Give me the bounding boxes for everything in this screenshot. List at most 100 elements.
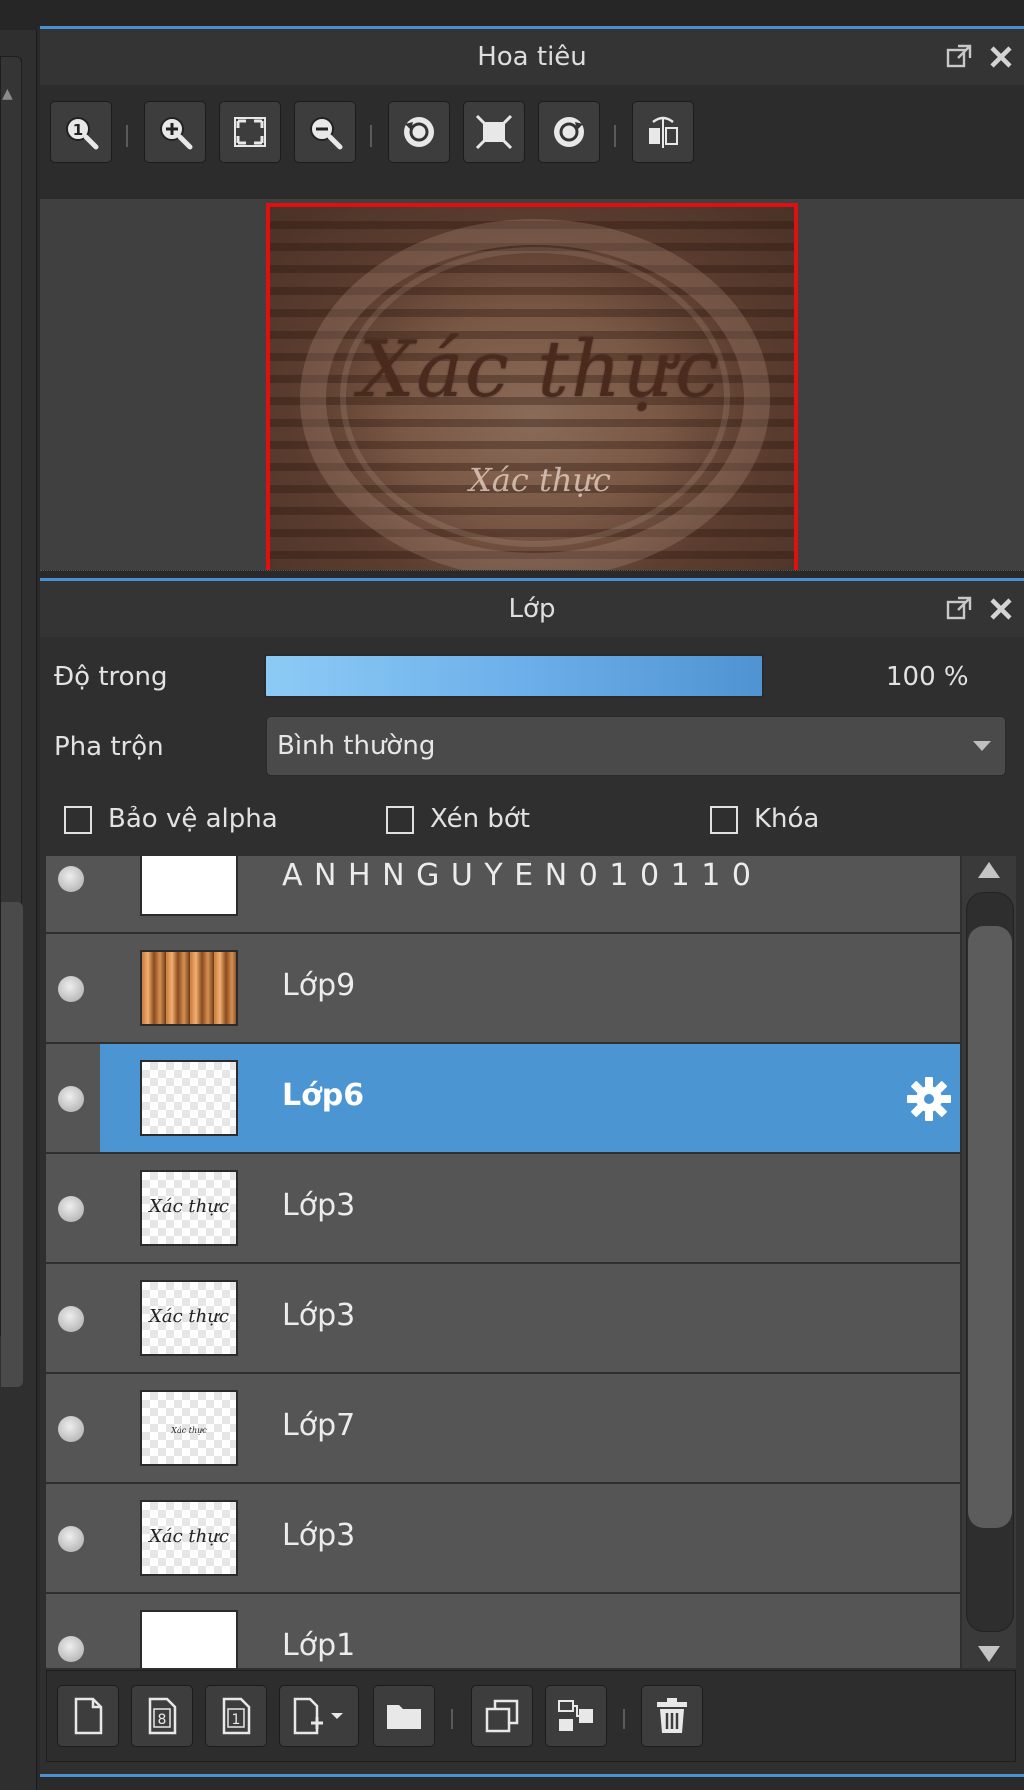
layer-name: Lớp3 [282,1298,356,1333]
layer-thumbnail [140,950,238,1026]
opacity-value[interactable]: 100 % [886,662,969,692]
left-dock-header [0,0,37,30]
new-layer-button[interactable] [57,1685,119,1747]
layer-thumbnail [140,856,238,916]
left-dock-strip: ▲ [0,0,37,1790]
layer-row[interactable]: Xác thực Lớp7 [46,1374,960,1484]
visibility-icon[interactable] [58,1526,84,1552]
visibility-icon[interactable] [58,1086,84,1112]
layers-title-bar: Lớp [40,581,1024,637]
thumbnail-text: Xác thực [149,1306,229,1327]
merge-down-icon [558,1700,593,1731]
duplicate-layer-button[interactable] [471,1685,533,1747]
top-band [37,0,1024,26]
layer-thumbnail: Xác thực [140,1500,238,1576]
toolbar-separator [623,1709,625,1729]
layer-name: Lớp3 [282,1188,356,1223]
zoom-out-button[interactable] [294,101,356,163]
layer-row[interactable]: A N H N G U Y E N 0 1 0 1 1 0 [46,856,960,934]
layer-name: Lớp1 [282,1628,356,1663]
panel-resize-handle[interactable] [40,570,1024,578]
fit-to-window-button[interactable] [219,101,281,163]
clipping-checkbox[interactable] [386,806,414,834]
scroll-up-icon[interactable] [978,862,1000,878]
merge-down-button[interactable] [545,1685,607,1747]
opacity-slider[interactable] [264,654,764,698]
toolbar-separator [451,1709,453,1729]
panel-bottom-border [40,1774,1024,1777]
visibility-icon[interactable] [58,1416,84,1442]
alpha-lock-checkbox[interactable] [64,806,92,834]
new-folder-button[interactable] [373,1685,435,1747]
alpha-lock-label: Bảo vệ alpha [108,804,278,834]
preview-sub-text: Xác thực [469,461,611,499]
layer-row[interactable]: Xác thực Lớp3 [46,1264,960,1374]
layer-row[interactable]: Xác thực Lớp3 [46,1484,960,1594]
zoom-in-button[interactable] [144,101,206,163]
layers-toolbar: 8 1 [46,1670,1016,1762]
chevron-down-icon [973,741,991,751]
app-window: ▲ Hoa tiêu 1 Xác thực Xác thực Lớp Độ tr… [0,0,1024,1790]
layer-name: Lớp9 [282,968,356,1003]
left-scrollbar-thumb[interactable] [1,902,23,1387]
left-scroll-up-icon[interactable]: ▲ [2,86,13,102]
trash-icon [657,1698,687,1733]
flip-horizontal-icon [649,116,678,148]
navigator-panel: Hoa tiêu 1 Xác thực Xác thực [40,29,1024,599]
scroll-down-icon[interactable] [978,1646,1000,1662]
layer-list-scrollbar[interactable] [962,856,1016,1668]
layer-list[interactable]: A N H N G U Y E N 0 1 0 1 1 0 Lớp9 Lớp6 [46,856,960,1668]
layer-thumbnail: Xác thực [140,1390,238,1466]
zoom-actual-size-button[interactable]: 1 [50,101,112,163]
thumbnail-text: Xác thực [171,1426,207,1435]
delete-layer-button[interactable] [641,1685,703,1747]
8bit-layer-icon: 8 [148,1697,177,1735]
visibility-icon[interactable] [58,976,84,1002]
visibility-icon[interactable] [58,1196,84,1222]
layer-name: Lớp7 [282,1408,356,1443]
layer-row[interactable]: Lớp9 [46,934,960,1044]
thumbnail-text: Xác thực [149,1526,229,1547]
zoom-out-icon [310,117,343,150]
detach-icon[interactable] [944,43,974,71]
visibility-icon[interactable] [58,1636,84,1662]
toolbar-separator [614,125,616,147]
fit-screen-icon [234,117,266,147]
toolbar-separator [370,125,372,147]
zoom-in-icon [160,117,193,150]
navigator-view[interactable]: Xác thực Xác thực [40,199,1024,599]
flip-horizontal-button[interactable] [632,101,694,163]
left-scrollbar[interactable] [0,56,23,1387]
lock-label: Khóa [754,804,820,834]
layer-thumbnail [140,1060,238,1136]
layer-thumbnail [140,1610,238,1668]
add-layer-menu-button[interactable] [279,1685,359,1747]
gear-icon[interactable] [904,1074,954,1124]
navigator-preview[interactable]: Xác thực Xác thực [266,203,798,593]
layer-name: Lớp3 [282,1518,356,1553]
layers-title: Lớp [508,594,556,624]
layer-row-selected[interactable]: Lớp6 [46,1044,960,1154]
close-icon[interactable] [986,43,1016,71]
opacity-label: Độ trong [54,662,168,692]
1bit-layer-icon: 1 [222,1697,251,1735]
layer-name: A N H N G U Y E N 0 1 0 1 1 0 [282,858,752,893]
rotate-right-button[interactable] [538,101,600,163]
new-1bit-layer-button[interactable]: 1 [205,1685,267,1747]
rotate-left-button[interactable] [388,101,450,163]
reset-view-button[interactable] [463,101,525,163]
close-icon[interactable] [986,595,1016,623]
navigator-toolbar: 1 [40,85,1024,199]
layer-row[interactable]: Xác thực Lớp3 [46,1154,960,1264]
thumbnail-text: Xác thực [149,1196,229,1217]
blend-mode-select[interactable]: Bình thường [266,716,1006,776]
detach-icon[interactable] [944,595,974,623]
lock-checkbox[interactable] [710,806,738,834]
new-8bit-layer-button[interactable]: 8 [131,1685,193,1747]
new-page-icon [74,1697,103,1735]
layer-row[interactable]: Lớp1 [46,1594,960,1668]
visibility-icon[interactable] [58,866,84,892]
scroll-thumb[interactable] [968,926,1012,1528]
navigator-title-bar: Hoa tiêu [40,29,1024,85]
visibility-icon[interactable] [58,1306,84,1332]
